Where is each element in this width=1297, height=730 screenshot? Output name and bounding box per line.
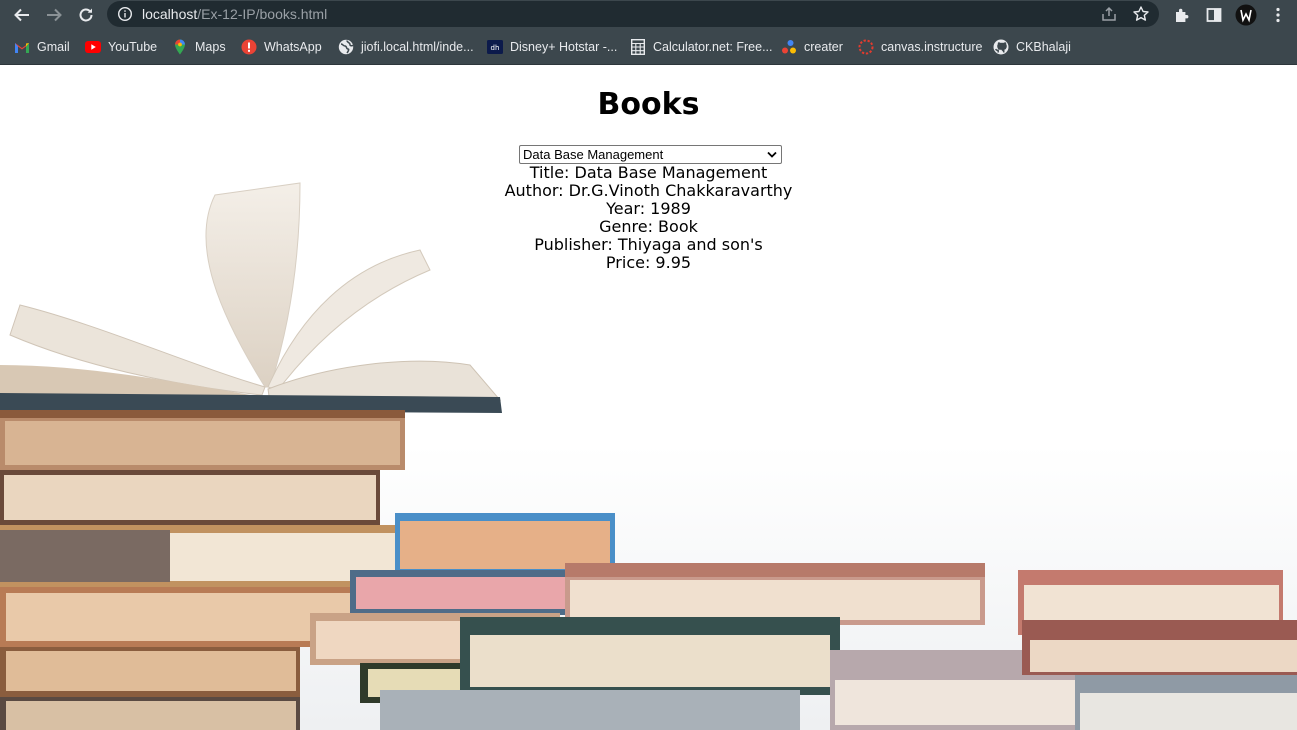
globe-icon — [338, 39, 354, 55]
book-author: Author: Dr.G.Vinoth Chakkaravarthy — [504, 181, 793, 200]
bookmark-label: YouTube — [108, 40, 158, 54]
address-bar[interactable]: localhost/Ex-12-IP/books.html — [107, 1, 1159, 27]
bookmark-jiofi[interactable]: jiofi.local.html/inde... — [338, 37, 474, 57]
reload-button[interactable] — [74, 3, 98, 27]
reload-icon — [79, 8, 93, 22]
maps-icon — [172, 39, 188, 55]
side-panel-button[interactable] — [1202, 3, 1226, 27]
bookmark-calculator[interactable]: Calculator.net: Free... — [630, 37, 773, 57]
bookmark-hotstar[interactable]: dh Disney+ Hotstar -... — [487, 37, 617, 57]
book-select[interactable]: Data Base Management — [519, 145, 782, 164]
site-info-icon[interactable] — [117, 6, 133, 22]
chevron-down-icon — [767, 151, 777, 158]
canvas-icon — [858, 39, 874, 55]
book-details: Title: Data Base Management Author: Dr.G… — [0, 164, 1297, 272]
bookmark-creater[interactable]: creater — [781, 37, 843, 57]
url-host: localhost — [142, 6, 198, 22]
share-button[interactable] — [1097, 2, 1121, 26]
bookmark-label: Disney+ Hotstar -... — [510, 40, 618, 54]
kebab-menu-icon — [1276, 7, 1280, 23]
star-icon — [1133, 6, 1149, 21]
github-icon — [993, 39, 1009, 55]
bookmarks-bar: Gmail YouTube Maps WhatsApp jiofi.local.… — [0, 29, 1297, 65]
avatar — [1235, 4, 1257, 26]
bookmark-label: creater — [804, 40, 843, 54]
bookmark-label: Calculator.net: Free... — [653, 40, 773, 54]
gmail-icon — [14, 39, 30, 55]
book-select-value: Data Base Management — [523, 147, 664, 162]
bookmark-label: Maps — [195, 40, 226, 54]
bookmark-youtube[interactable]: YouTube — [85, 37, 157, 57]
extensions-button[interactable] — [1170, 3, 1194, 27]
whatsapp-icon — [241, 39, 257, 55]
book-genre: Genre: Book — [599, 217, 698, 236]
forward-button[interactable] — [42, 3, 66, 27]
creater-icon — [781, 39, 797, 55]
bookmark-maps[interactable]: Maps — [172, 37, 226, 57]
page-viewport: Books Data Base Management Title: Data B… — [0, 65, 1297, 730]
youtube-icon — [85, 39, 101, 55]
calculator-icon — [630, 39, 646, 55]
arrow-right-icon — [47, 8, 62, 22]
puzzle-icon — [1176, 8, 1189, 22]
book-title: Title: Data Base Management — [529, 163, 768, 182]
url-text[interactable]: localhost/Ex-12-IP/books.html — [142, 6, 327, 22]
url-path: /Ex-12-IP/books.html — [197, 6, 328, 22]
hotstar-icon: dh — [487, 39, 503, 55]
page-title: Books — [597, 87, 700, 122]
profile-button[interactable] — [1234, 3, 1258, 27]
bookmark-gmail[interactable]: Gmail — [14, 37, 70, 57]
bookmark-label: canvas.instructure — [881, 40, 983, 54]
bookmark-canvas[interactable]: canvas.instructure — [858, 37, 982, 57]
back-button[interactable] — [10, 3, 34, 27]
bookmark-label: CKBhalaji — [1016, 40, 1071, 54]
bookmark-star-button[interactable] — [1129, 2, 1153, 26]
bookmark-label: WhatsApp — [264, 40, 322, 54]
svg-text:dh: dh — [491, 44, 500, 52]
book-year: Year: 1989 — [606, 199, 691, 218]
book-publisher: Publisher: Thiyaga and son's — [534, 235, 763, 254]
bookmark-label: jiofi.local.html/inde... — [361, 40, 474, 54]
book-price: Price: 9.95 — [605, 253, 692, 272]
browser-toolbar: localhost/Ex-12-IP/books.html — [0, 0, 1297, 29]
browser-menu-button[interactable] — [1266, 3, 1290, 27]
bookmark-whatsapp[interactable]: WhatsApp — [241, 37, 322, 57]
arrow-left-icon — [14, 8, 29, 22]
bookmark-label: Gmail — [37, 40, 70, 54]
side-panel-icon — [1206, 8, 1222, 22]
share-icon — [1102, 6, 1116, 21]
bookmark-ckbhalaji[interactable]: CKBhalaji — [993, 37, 1071, 57]
